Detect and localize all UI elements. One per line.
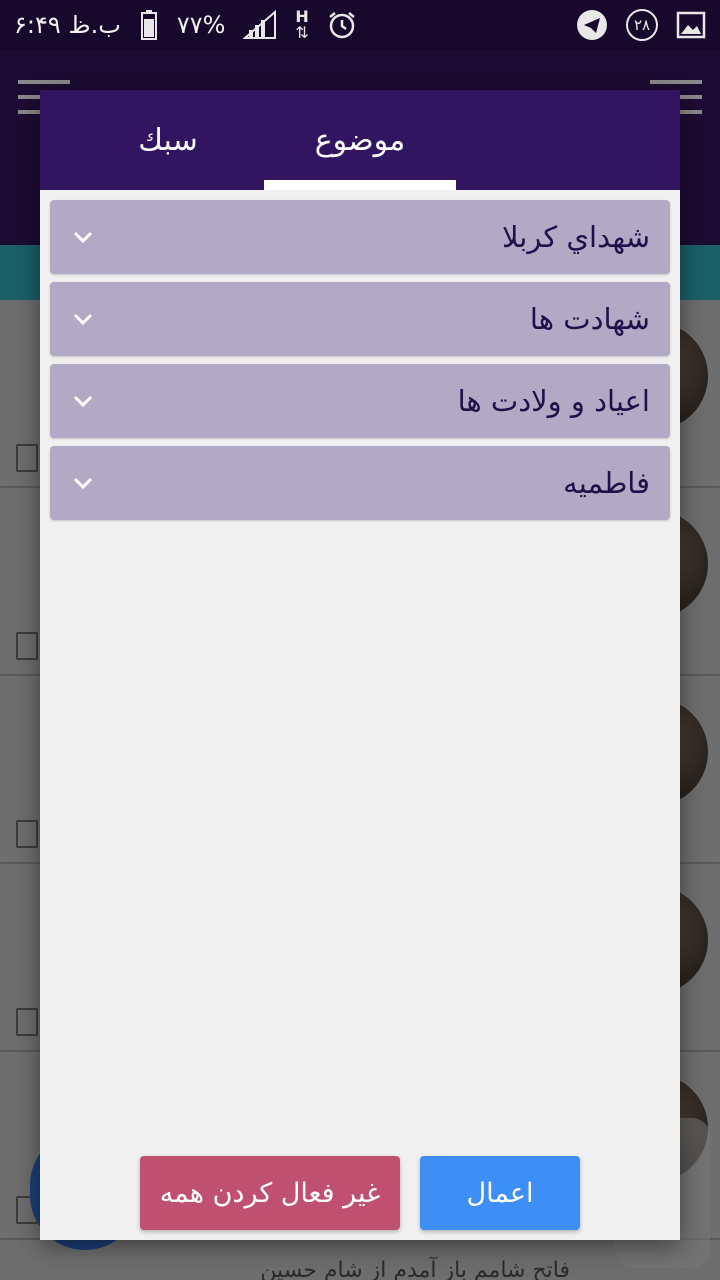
battery-icon bbox=[139, 10, 159, 40]
category-label: شهادت ها bbox=[529, 302, 650, 336]
notification-count: ۲۸ bbox=[633, 16, 651, 34]
document-icon bbox=[16, 1008, 38, 1036]
data-arrows-icon: ⇅ bbox=[295, 23, 309, 42]
chevron-down-icon bbox=[73, 231, 93, 244]
signal-icon bbox=[243, 10, 277, 40]
document-icon bbox=[16, 820, 38, 848]
image-icon bbox=[676, 11, 706, 39]
category-item[interactable]: شهادت ها bbox=[50, 282, 670, 356]
tab-selected-indicator bbox=[264, 180, 456, 190]
category-item[interactable]: فاطميه bbox=[50, 446, 670, 520]
chevron-down-icon bbox=[73, 395, 93, 408]
apply-button[interactable]: اعمال bbox=[420, 1156, 580, 1230]
chevron-down-icon bbox=[73, 313, 93, 326]
category-item[interactable]: اعياد و ولادت ها bbox=[50, 364, 670, 438]
category-label: اعياد و ولادت ها bbox=[457, 384, 650, 418]
category-list: شهداي كربلا شهادت ها اعياد و ولادت ها فا… bbox=[50, 200, 670, 528]
disable-all-button[interactable]: غير فعال كردن همه bbox=[140, 1156, 400, 1230]
category-label: فاطميه bbox=[563, 466, 650, 500]
tab-partial[interactable]: ذ bbox=[40, 90, 72, 190]
category-item[interactable]: شهداي كربلا bbox=[50, 200, 670, 274]
telegram-icon bbox=[576, 9, 608, 41]
filter-dialog: موضوع سبك ذ شهداي كربلا شهادت ها اعياد و… bbox=[40, 90, 680, 1240]
document-icon bbox=[16, 632, 38, 660]
tab-topic-label: موضوع bbox=[314, 122, 406, 158]
notification-count-badge: ۲۸ bbox=[626, 9, 658, 41]
clock: ۶:۴۹ ب.ظ bbox=[14, 11, 121, 39]
battery-percent: ۷۷% bbox=[176, 11, 226, 39]
chevron-down-icon bbox=[73, 477, 93, 490]
category-label: شهداي كربلا bbox=[501, 220, 650, 254]
network-type-icon: H ⇅ bbox=[295, 9, 308, 41]
document-icon bbox=[16, 444, 38, 472]
tab-style[interactable]: سبك bbox=[72, 90, 264, 190]
tab-topic[interactable]: موضوع bbox=[264, 90, 456, 190]
background-item-title: فاتح شامم باز آمدم از شام حسين bbox=[260, 1258, 570, 1280]
alarm-icon bbox=[327, 10, 357, 40]
tab-style-label: سبك bbox=[138, 122, 198, 158]
status-bar: ۶:۴۹ ب.ظ ۷۷% H ⇅ ۲۸ bbox=[0, 0, 720, 50]
tab-bar: موضوع سبك ذ bbox=[40, 90, 680, 190]
